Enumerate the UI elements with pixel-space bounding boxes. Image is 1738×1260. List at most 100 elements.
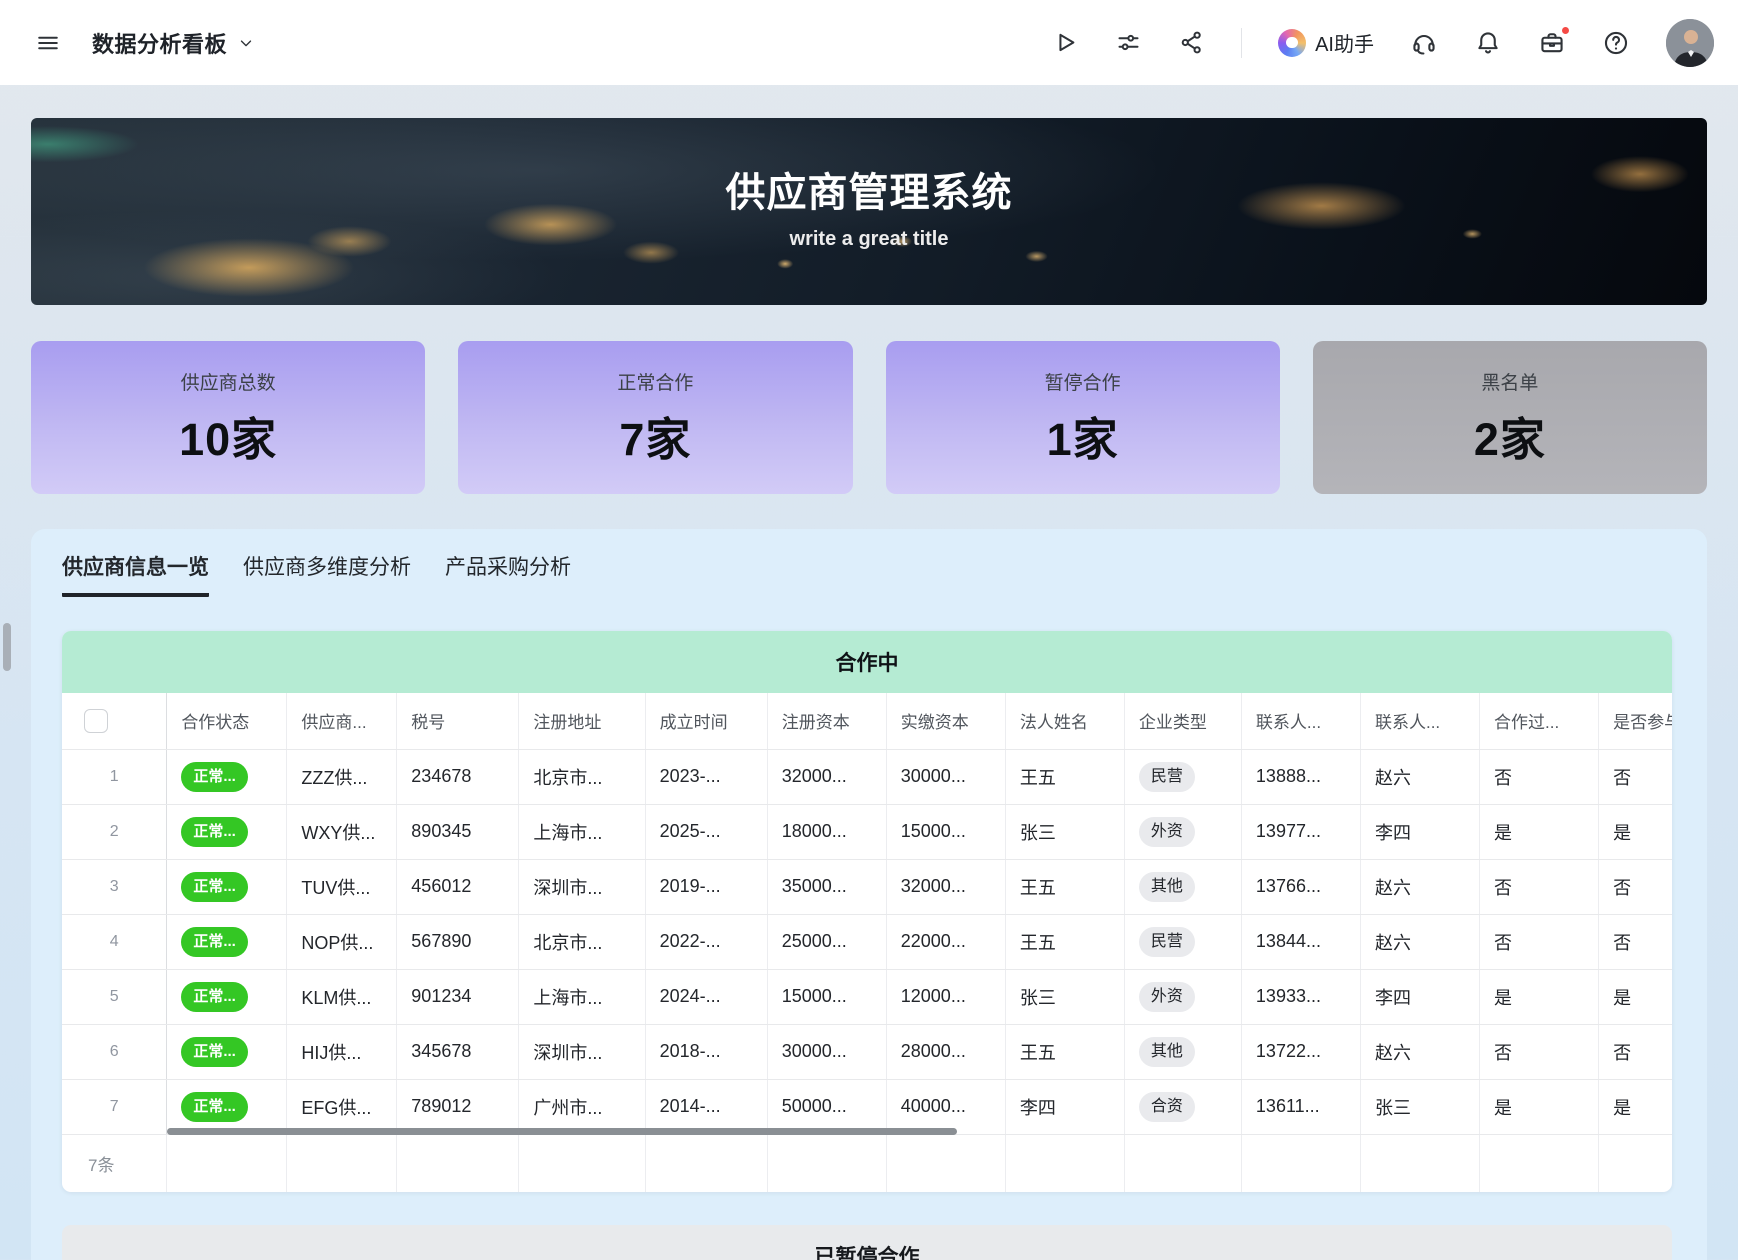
- ai-assistant-button[interactable]: AI助手: [1278, 28, 1374, 57]
- table-cell[interactable]: 正常...: [167, 969, 287, 1024]
- table-cell[interactable]: 王五: [1005, 859, 1124, 914]
- column-header[interactable]: 税号: [397, 693, 519, 749]
- table-cell[interactable]: 李四: [1005, 1079, 1124, 1134]
- table-cell[interactable]: 否: [1480, 1024, 1599, 1079]
- table-cell[interactable]: 40000...: [886, 1079, 1005, 1134]
- column-header[interactable]: 实缴资本: [886, 693, 1005, 749]
- tab-procurement-analysis[interactable]: 产品采购分析: [445, 551, 571, 597]
- table-cell[interactable]: 王五: [1005, 1024, 1124, 1079]
- table-cell[interactable]: 否: [1599, 1024, 1672, 1079]
- table-cell[interactable]: 25000...: [767, 914, 886, 969]
- table-cell[interactable]: WXY供...: [287, 804, 397, 859]
- table-cell[interactable]: 35000...: [767, 859, 886, 914]
- table-cell[interactable]: 2014-...: [645, 1079, 767, 1134]
- table-cell[interactable]: 567890: [397, 914, 519, 969]
- table-cell[interactable]: 张三: [1360, 1079, 1479, 1134]
- table-cell[interactable]: 王五: [1005, 749, 1124, 804]
- table-cell[interactable]: 18000...: [767, 804, 886, 859]
- column-header[interactable]: 是否参与: [1599, 693, 1672, 749]
- table-cell[interactable]: ZZZ供...: [287, 749, 397, 804]
- table-cell[interactable]: 50000...: [767, 1079, 886, 1134]
- share-button[interactable]: [1178, 29, 1205, 56]
- table-cell[interactable]: 合资: [1124, 1079, 1241, 1134]
- table-cell[interactable]: 正常...: [167, 859, 287, 914]
- column-header[interactable]: 注册地址: [519, 693, 645, 749]
- menu-icon[interactable]: [34, 29, 62, 57]
- table-cell[interactable]: 32000...: [767, 749, 886, 804]
- table-cell[interactable]: 否: [1480, 859, 1599, 914]
- table-cell[interactable]: 否: [1480, 914, 1599, 969]
- column-header[interactable]: 合作状态: [167, 693, 287, 749]
- table-cell[interactable]: 30000...: [886, 749, 1005, 804]
- column-header[interactable]: 法人姓名: [1005, 693, 1124, 749]
- column-header[interactable]: 联系人...: [1241, 693, 1360, 749]
- table-cell[interactable]: 是: [1480, 1079, 1599, 1134]
- stat-card-paused[interactable]: 暂停合作 1家: [886, 341, 1280, 494]
- table-cell[interactable]: 901234: [397, 969, 519, 1024]
- table-cell[interactable]: 外资: [1124, 804, 1241, 859]
- stat-card-total[interactable]: 供应商总数 10家: [31, 341, 425, 494]
- table-cell[interactable]: 赵六: [1360, 914, 1479, 969]
- table-cell[interactable]: 2019-...: [645, 859, 767, 914]
- table-cell[interactable]: 13722...: [1241, 1024, 1360, 1079]
- table-cell[interactable]: 890345: [397, 804, 519, 859]
- table-cell[interactable]: 上海市...: [519, 969, 645, 1024]
- column-header[interactable]: 成立时间: [645, 693, 767, 749]
- table-cell[interactable]: 是: [1599, 969, 1672, 1024]
- table-cell[interactable]: 赵六: [1360, 1024, 1479, 1079]
- table-cell[interactable]: 赵六: [1360, 859, 1479, 914]
- table-cell[interactable]: EFG供...: [287, 1079, 397, 1134]
- column-header[interactable]: 联系人...: [1360, 693, 1479, 749]
- table-cell[interactable]: 其他: [1124, 859, 1241, 914]
- table-cell[interactable]: 12000...: [886, 969, 1005, 1024]
- table-cell[interactable]: 234678: [397, 749, 519, 804]
- table-cell[interactable]: 13888...: [1241, 749, 1360, 804]
- table-cell[interactable]: 13611...: [1241, 1079, 1360, 1134]
- table-cell[interactable]: 2023-...: [645, 749, 767, 804]
- help-button[interactable]: [1602, 29, 1630, 57]
- table-cell[interactable]: 13766...: [1241, 859, 1360, 914]
- table-cell[interactable]: NOP供...: [287, 914, 397, 969]
- table-cell[interactable]: 正常...: [167, 804, 287, 859]
- table-cell[interactable]: 深圳市...: [519, 1024, 645, 1079]
- column-header[interactable]: 注册资本: [767, 693, 886, 749]
- table-cell[interactable]: 13977...: [1241, 804, 1360, 859]
- stat-card-blacklist[interactable]: 黑名单 2家: [1313, 341, 1707, 494]
- table-cell[interactable]: 456012: [397, 859, 519, 914]
- table-cell[interactable]: 789012: [397, 1079, 519, 1134]
- hero-banner[interactable]: 供应商管理系统 write a great title: [31, 118, 1707, 305]
- table-cell[interactable]: 民营: [1124, 749, 1241, 804]
- table-cell[interactable]: 否: [1599, 749, 1672, 804]
- table-cell[interactable]: 13844...: [1241, 914, 1360, 969]
- select-all-checkbox[interactable]: [84, 709, 108, 733]
- table-cell[interactable]: 上海市...: [519, 804, 645, 859]
- table-cell[interactable]: 正常...: [167, 914, 287, 969]
- table-cell[interactable]: 北京市...: [519, 749, 645, 804]
- table-cell[interactable]: 张三: [1005, 804, 1124, 859]
- tab-supplier-analysis[interactable]: 供应商多维度分析: [243, 551, 411, 597]
- chevron-down-icon[interactable]: [237, 34, 255, 52]
- table-cell[interactable]: 民营: [1124, 914, 1241, 969]
- table-cell[interactable]: 李四: [1360, 804, 1479, 859]
- support-headset-button[interactable]: [1410, 29, 1438, 57]
- table-cell[interactable]: TUV供...: [287, 859, 397, 914]
- table-cell[interactable]: 22000...: [886, 914, 1005, 969]
- table-cell[interactable]: 32000...: [886, 859, 1005, 914]
- tab-supplier-overview[interactable]: 供应商信息一览: [62, 551, 209, 597]
- table-cell[interactable]: 正常...: [167, 1079, 287, 1134]
- column-header[interactable]: 企业类型: [1124, 693, 1241, 749]
- notifications-bell-button[interactable]: [1474, 29, 1502, 57]
- table-cell[interactable]: 是: [1599, 804, 1672, 859]
- table-cell[interactable]: 2022-...: [645, 914, 767, 969]
- table-cell[interactable]: 赵六: [1360, 749, 1479, 804]
- table-cell[interactable]: 李四: [1360, 969, 1479, 1024]
- settings-sliders-button[interactable]: [1115, 29, 1142, 56]
- table-cell[interactable]: 外资: [1124, 969, 1241, 1024]
- table-cell[interactable]: HIJ供...: [287, 1024, 397, 1079]
- table-cell[interactable]: 正常...: [167, 749, 287, 804]
- table-cell[interactable]: 否: [1599, 859, 1672, 914]
- table-cell[interactable]: 15000...: [886, 804, 1005, 859]
- table-cell[interactable]: 345678: [397, 1024, 519, 1079]
- present-play-button[interactable]: [1052, 29, 1079, 56]
- table-cell[interactable]: 北京市...: [519, 914, 645, 969]
